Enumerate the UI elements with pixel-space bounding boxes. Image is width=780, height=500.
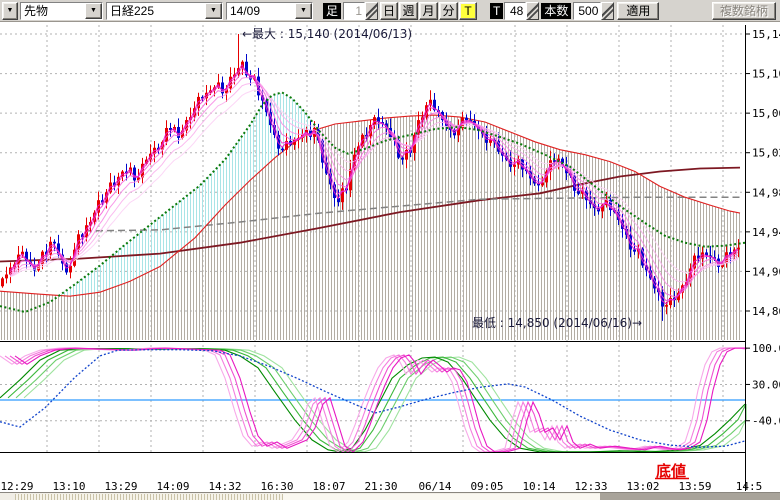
period-month-button[interactable]: 月 [419,2,438,20]
count-value: 500 [573,2,601,20]
chevron-down-icon[interactable]: ▼ [205,3,222,19]
svg-text:15,020: 15,020 [752,147,780,160]
svg-text:15,060: 15,060 [752,107,780,120]
apply-button[interactable]: 適用 [617,2,659,20]
svg-text:09:05: 09:05 [470,480,503,492]
period-minute-button[interactable]: 分 [439,2,458,20]
instrument-value: 先物 [21,3,85,19]
t-value: 48 [504,2,526,20]
scrollbar-thumb[interactable] [600,493,780,500]
svg-text:12:33: 12:33 [574,480,607,492]
bottom-value-label: 底値 [655,462,689,480]
svg-text:18:07: 18:07 [312,480,345,492]
tick-mode-button[interactable]: T [459,2,477,20]
svg-text:14,900: 14,900 [752,265,780,278]
symbol-value: 日経225 [107,3,205,19]
svg-text:15,140: 15,140 [752,28,780,41]
svg-text:最低 : 14,850 (2014/06/16)→: 最低 : 14,850 (2014/06/16)→ [472,316,642,330]
bar-type-label: 足 [323,3,341,19]
svg-text:30.00: 30.00 [752,378,780,391]
bar-interval-value: 1 [343,2,365,20]
svg-text:13:59: 13:59 [678,480,711,492]
svg-text:16:30: 16:30 [260,480,293,492]
t-value-stepper[interactable]: 48 [504,2,539,20]
t-label: T [490,3,503,19]
chart-app-window: ▼ 先物 ▼ 日経225 ▼ 14/09 ▼ 足 1 日 週 月 分 T T 4… [0,0,780,500]
stepper-icon[interactable] [601,2,614,20]
stepper-icon[interactable] [526,2,539,20]
toolbar: ▼ 先物 ▼ 日経225 ▼ 14/09 ▼ 足 1 日 週 月 分 T T 4… [0,0,780,22]
svg-text:底値: 底値 [656,462,686,480]
svg-text:10:14: 10:14 [522,480,555,492]
svg-text:14,980: 14,980 [752,186,780,199]
contract-combobox[interactable]: 14/09 ▼ [226,2,313,20]
time-axis-labels: 12:29 13:10 13:29 14:09 14:32 16:30 18:07 21:30… [0,480,762,492]
svg-text:13:29: 13:29 [104,480,137,492]
stepper-icon[interactable] [365,2,378,20]
chevron-down-icon[interactable]: ▼ [85,3,102,19]
svg-text:12:29: 12:29 [0,480,33,492]
svg-text:14,940: 14,940 [752,226,780,239]
scrollbar-loaded-region [15,494,283,500]
chevron-down-icon[interactable]: ▼ [295,3,312,19]
svg-text:14:32: 14:32 [208,480,241,492]
svg-text:13:02: 13:02 [626,480,659,492]
contract-value: 14/09 [227,3,295,19]
svg-text:100.00: 100.00 [752,342,780,355]
period-day-button[interactable]: 日 [380,2,398,20]
svg-text:14,860: 14,860 [752,305,780,318]
svg-text:21:30: 21:30 [364,480,397,492]
bar-interval-stepper[interactable]: 1 [343,2,378,20]
svg-text:14:09: 14:09 [156,480,189,492]
svg-text:-40.00: -40.00 [752,415,780,428]
count-stepper[interactable]: 500 [573,2,614,20]
count-label: 本数 [541,3,571,19]
svg-text:15,100: 15,100 [752,68,780,81]
chart-canvas[interactable]: ←最大 : 15,140 (2014/06/13) 最低 : 14,850 (20… [0,22,780,492]
symbol-combobox[interactable]: 日経225 ▼ [106,2,223,20]
period-week-button[interactable]: 週 [399,2,418,20]
svg-text:←最大 : 15,140 (2014/06/13): ←最大 : 15,140 (2014/06/13) [242,27,412,41]
svg-text:06/14: 06/14 [418,480,451,492]
left-dropdown-button[interactable]: ▼ [2,2,18,20]
instrument-combobox[interactable]: 先物 ▼ [20,2,103,20]
svg-text:14:5: 14:5 [736,480,763,492]
scrollbar-track [283,494,600,500]
multi-symbol-button[interactable]: 複数銘柄 [712,2,776,20]
svg-text:13:10: 13:10 [52,480,85,492]
h-scrollbar[interactable] [0,492,780,500]
